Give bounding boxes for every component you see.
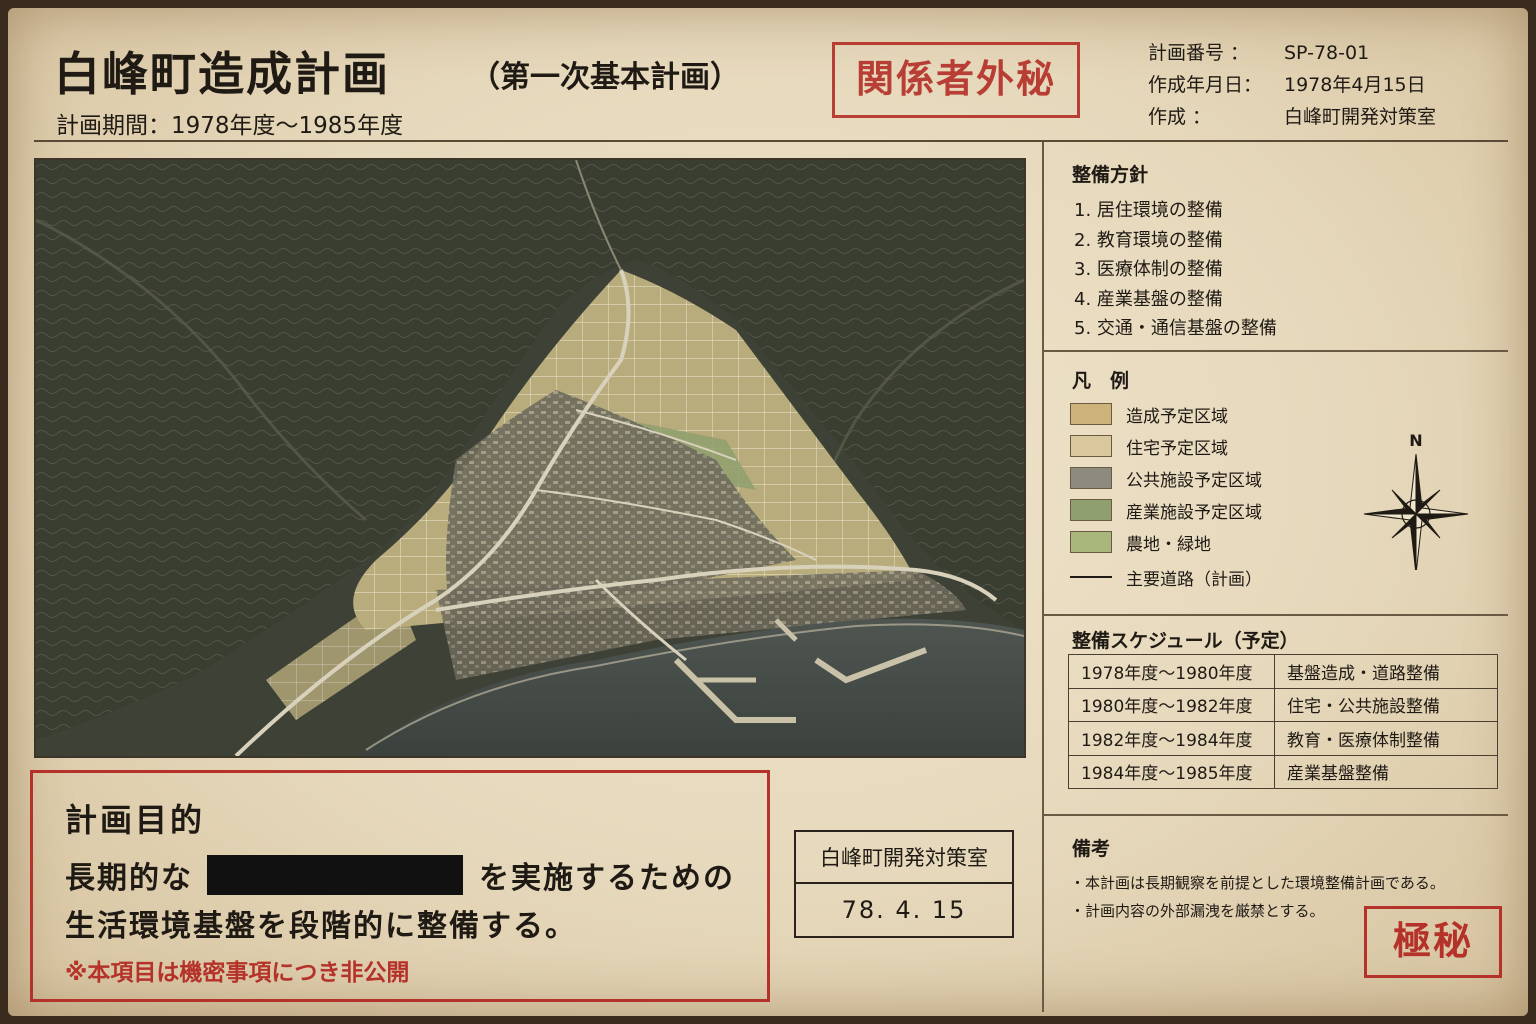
legend-label: 造成予定区域 <box>1126 406 1228 427</box>
policy-item: 2. 教育環境の整備 <box>1074 230 1223 251</box>
purpose-line-2: 生活環境基盤を段階的に整備する。 <box>65 909 577 944</box>
legend-swatch <box>1070 403 1112 425</box>
schedule-task: 教育・医療体制整備 <box>1274 721 1498 756</box>
legend-swatch <box>1070 531 1112 553</box>
table-row: 1980年度〜1982年度 住宅・公共施設整備 <box>1068 687 1498 722</box>
policy-item: 5. 交通・通信基盤の整備 <box>1074 318 1277 339</box>
meta-value: 白峰町開発対策室 <box>1284 106 1437 128</box>
legend-item: 公共施設予定区域 <box>1070 466 1262 491</box>
legend-label: 主要道路（計画） <box>1126 569 1262 590</box>
schedule-period: 1978年度〜1980年度 <box>1068 654 1275 689</box>
meta-created-date: 作成年月日： 1978年4月15日 <box>1148 70 1426 97</box>
legend-item: 住宅予定区域 <box>1070 434 1228 459</box>
purpose-text-after: を実施するための <box>479 861 735 896</box>
legend-item: 農地・緑地 <box>1070 530 1211 555</box>
policy-item: 4. 産業基盤の整備 <box>1074 289 1223 310</box>
purpose-title: 計画目的 <box>65 801 206 839</box>
schedule-task: 基盤造成・道路整備 <box>1274 654 1498 689</box>
schedule-period: 1984年度〜1985年度 <box>1068 754 1275 789</box>
road-line-swatch <box>1070 576 1112 578</box>
legend-label: 農地・緑地 <box>1126 534 1211 555</box>
schedule-task: 産業基盤整備 <box>1274 754 1498 789</box>
section-divider <box>1042 614 1508 616</box>
legend-item: 造成予定区域 <box>1070 402 1228 427</box>
plan-title: 白峰町造成計画 <box>54 47 390 101</box>
plan-subtitle: （第一次基本計画） <box>470 60 740 95</box>
department-name: 白峰町開発対策室 <box>796 832 1012 884</box>
meta-author: 作成 ： 白峰町開発対策室 <box>1148 102 1436 129</box>
policy-item: 3. 医療体制の整備 <box>1074 259 1223 280</box>
table-row: 1982年度〜1984年度 教育・医療体制整備 <box>1068 721 1498 756</box>
plan-period: 計画期間：1978年度〜1985年度 <box>56 113 404 139</box>
legend-item: 産業施設予定区域 <box>1070 498 1262 523</box>
note-item: ・本計画は長期観察を前提とした環境整備計画である。 <box>1070 874 1445 892</box>
sidebar-divider <box>1042 142 1044 1012</box>
document-sheet: 白峰町造成計画 （第一次基本計画） 計画期間：1978年度〜1985年度 関係者… <box>8 8 1528 1016</box>
compass-north-label: N <box>1409 431 1422 450</box>
compass-rose-icon: N <box>1362 430 1470 575</box>
purpose-text-before: 長期的な <box>65 861 193 896</box>
schedule-period: 1980年度〜1982年度 <box>1068 687 1275 722</box>
policy-item: 1. 居住環境の整備 <box>1074 200 1223 221</box>
table-row: 1984年度〜1985年度 産業基盤整備 <box>1068 754 1498 789</box>
meta-label: 計画番号 ： <box>1148 42 1250 64</box>
legend-label: 公共施設予定区域 <box>1126 470 1262 491</box>
schedule-table: 1978年度〜1980年度 基盤造成・道路整備 1980年度〜1982年度 住宅… <box>1068 654 1498 789</box>
legend-label: 産業施設予定区域 <box>1126 502 1262 523</box>
legend-item: 主要道路（計画） <box>1070 565 1262 590</box>
legend-label: 住宅予定区域 <box>1126 438 1228 459</box>
classified-note: ※本項目は機密事項につき非公開 <box>65 960 410 986</box>
top-secret-stamp: 極秘 <box>1364 906 1502 978</box>
note-item: ・計画内容の外部漏洩を厳禁とする。 <box>1070 902 1325 920</box>
section-divider <box>1042 814 1508 816</box>
redaction-bar <box>207 855 463 895</box>
header-divider <box>34 140 1508 142</box>
department-date: 78. 4. 15 <box>841 896 967 924</box>
confidential-stamp: 関係者外秘 <box>832 42 1080 118</box>
meta-label: 作成 ： <box>1148 106 1212 128</box>
meta-plan-number: 計画番号 ： SP-78-01 <box>1148 38 1369 65</box>
schedule-task: 住宅・公共施設整備 <box>1274 687 1498 722</box>
purpose-box: 計画目的 長期的な を実施するための 生活環境基盤を段階的に整備する。 ※本項目… <box>30 770 770 1002</box>
aerial-map <box>34 158 1026 758</box>
legend-swatch <box>1070 435 1112 457</box>
meta-value: SP-78-01 <box>1284 42 1370 64</box>
legend-heading: 凡 例 <box>1072 370 1130 392</box>
schedule-heading: 整備スケジュール（予定） <box>1072 630 1299 652</box>
legend-swatch <box>1070 499 1112 521</box>
meta-value: 1978年4月15日 <box>1284 74 1426 96</box>
table-row: 1978年度〜1980年度 基盤造成・道路整備 <box>1068 654 1498 689</box>
schedule-period: 1982年度〜1984年度 <box>1068 721 1275 756</box>
purpose-line-1: 長期的な を実施するための <box>65 853 735 897</box>
notes-heading: 備考 <box>1072 838 1111 860</box>
department-date-box: 白峰町開発対策室 78. 4. 15 <box>794 830 1014 938</box>
section-divider <box>1042 350 1508 352</box>
meta-label: 作成年月日： <box>1148 74 1263 96</box>
legend-swatch <box>1070 467 1112 489</box>
policy-heading: 整備方針 <box>1072 164 1149 186</box>
